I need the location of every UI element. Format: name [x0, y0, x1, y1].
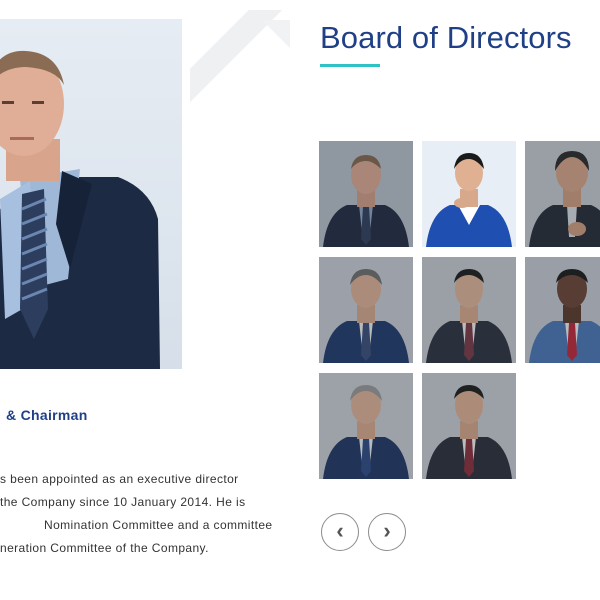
- decorative-triangle: [262, 20, 290, 48]
- director-thumbnail-1[interactable]: [319, 141, 413, 247]
- director-portrait: [0, 19, 182, 369]
- director-bio: s been appointed as an executive directo…: [0, 468, 290, 560]
- chevron-right-icon: ›: [383, 518, 391, 543]
- director-thumbnail-2[interactable]: [422, 141, 516, 247]
- director-thumbnail-8[interactable]: [422, 373, 516, 479]
- bio-line: the Company since 10 January 2014. He is: [0, 495, 246, 509]
- carousel-prev-button[interactable]: ‹: [321, 513, 359, 551]
- bio-line: s been appointed as an executive directo…: [0, 472, 239, 486]
- director-thumbnail-grid: [319, 141, 600, 479]
- director-thumbnail-5[interactable]: [422, 257, 516, 363]
- director-role-title: & Chairman: [6, 407, 88, 423]
- carousel-next-button[interactable]: ›: [368, 513, 406, 551]
- chevron-left-icon: ‹: [336, 518, 344, 543]
- director-thumbnail-7[interactable]: [319, 373, 413, 479]
- director-thumbnail-6[interactable]: [525, 257, 600, 363]
- director-thumbnail-3[interactable]: [525, 141, 600, 247]
- title-accent-underline: [320, 64, 380, 67]
- bio-line: Nomination Committee and a committee: [44, 518, 273, 532]
- bio-line: neration Committee of the Company.: [0, 541, 209, 555]
- director-thumbnail-4[interactable]: [319, 257, 413, 363]
- page-title: Board of Directors: [320, 20, 572, 55]
